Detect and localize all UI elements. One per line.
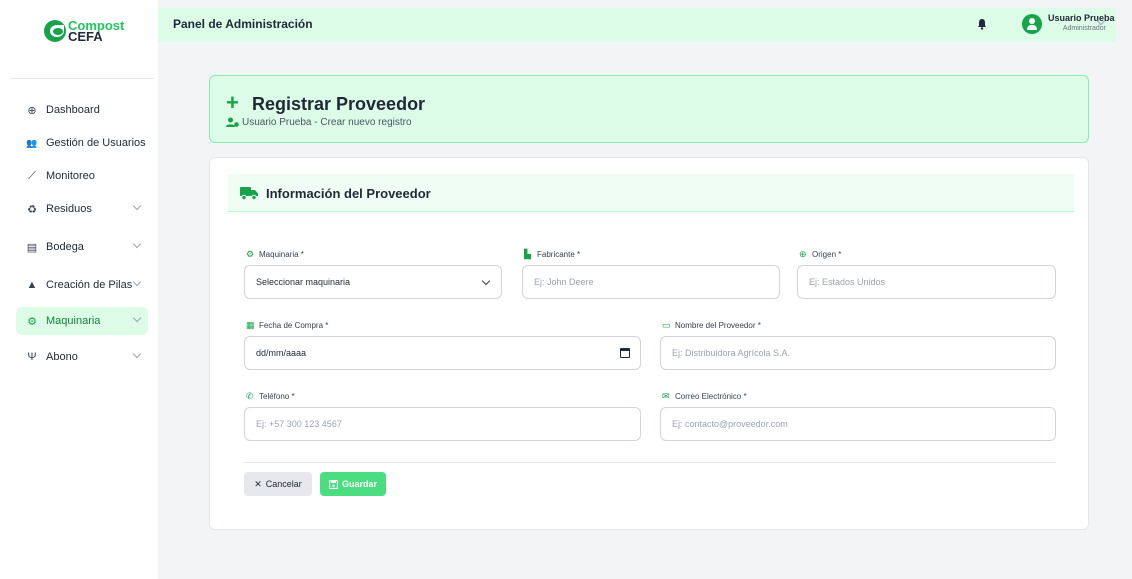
id-card-icon: ▭ (662, 320, 671, 330)
provider-form-card: Información del Proveedor ⚙ Maquinaria *… (209, 157, 1089, 530)
globe-icon: ⊕ (799, 249, 807, 259)
page-banner: + Registrar Proveedor Usuario Prueba - C… (209, 75, 1089, 143)
sidebar-item-abono[interactable]: Ψ Abono (16, 343, 148, 371)
sidebar-item-usuarios[interactable]: 👥 Gestión de Usuarios (16, 129, 148, 157)
floppy-disk-icon (328, 479, 338, 489)
sidebar-item-label: Dashboard (46, 104, 100, 116)
save-button[interactable]: Guardar (320, 472, 386, 496)
sidebar-item-maquinaria[interactable]: ⚙ Maquinaria (16, 307, 148, 335)
sidebar-item-label: Residuos (46, 203, 92, 215)
seedling-icon: Ψ (27, 351, 37, 363)
fabricante-input[interactable]: Ej: John Deere (522, 265, 780, 299)
cogs-icon: ⚙ (246, 249, 255, 259)
user-plus-icon (226, 117, 239, 127)
calendar-icon: ▦ (246, 320, 255, 330)
mountain-icon: ▲ (26, 279, 38, 291)
sidebar-item-monitoreo[interactable]: ⟋ Monitoreo (16, 162, 148, 190)
sidebar-item-label: Abono (46, 351, 78, 363)
fabricante-label: ▙ Fabricante * (524, 249, 581, 260)
correo-input[interactable]: Ej: contacto@proveedor.com (660, 407, 1056, 441)
proveedor-label: ▭ Nombre del Proveedor * (662, 320, 761, 331)
cogs-icon: ⚙ (27, 315, 37, 328)
header-title: Panel de Administración (173, 17, 313, 31)
chevron-down-icon (132, 313, 142, 323)
sidebar-item-label: Maquinaria (46, 315, 101, 327)
plus-icon: + (226, 90, 239, 115)
chevron-down-icon (132, 277, 142, 287)
correo-label: ✉ Correo Electrónico * (662, 391, 747, 402)
card-header: Información del Proveedor (228, 174, 1074, 212)
maquinaria-label: ⚙ Maquinaria * (246, 249, 304, 260)
telefono-input[interactable]: Ej: +57 300 123 4567 (244, 407, 641, 441)
sidebar-nav: ⊕ Dashboard 👥 Gestión de Usuarios ⟋ Moni… (16, 96, 148, 376)
top-header: Panel de Administración Usuario Prueba A… (158, 8, 1116, 42)
industry-icon: ▙ (524, 249, 531, 259)
logo[interactable]: Compost CEFA (44, 19, 124, 44)
chart-line-icon: ⟋ (28, 169, 36, 182)
close-icon: ✕ (254, 478, 262, 489)
bell-icon[interactable] (976, 18, 988, 30)
chevron-down-icon (132, 239, 142, 249)
chevron-down-icon (132, 201, 142, 211)
sidebar: Compost CEFA ⊕ Dashboard 👥 Gestión de Us… (0, 0, 158, 579)
envelope-icon: ✉ (662, 391, 670, 401)
form-divider (244, 462, 1056, 463)
sidebar-item-label: Monitoreo (46, 170, 95, 182)
origen-label: ⊕ Origen * (799, 249, 842, 260)
sidebar-item-label: Gestión de Usuarios (46, 137, 146, 149)
sidebar-item-bodega[interactable]: ▤ Bodega (16, 233, 148, 261)
recycle-icon: ♻ (27, 203, 37, 216)
telefono-label: ✆ Teléfono * (246, 391, 295, 402)
cancel-button[interactable]: ✕ Cancelar (244, 472, 312, 496)
sidebar-divider (10, 78, 154, 79)
origen-input[interactable]: Ej: Estados Unidos (797, 265, 1056, 299)
user-role: Administrador (1062, 25, 1106, 32)
sidebar-item-label: Creación de Pilas (46, 279, 133, 291)
page-title: Registrar Proveedor (252, 94, 426, 114)
users-icon: 👥 (26, 137, 38, 148)
sidebar-item-label: Bodega (46, 241, 84, 253)
brand-line2: CEFA (68, 29, 103, 44)
fecha-compra-input[interactable]: dd/mm/aaaa (244, 336, 641, 370)
chevron-down-icon (132, 349, 142, 359)
card-title: Información del Proveedor (266, 186, 431, 201)
globe-icon: ⊕ (27, 104, 37, 117)
sidebar-item-dashboard[interactable]: ⊕ Dashboard (16, 96, 148, 124)
sidebar-item-pilas[interactable]: ▲ Creación de Pilas (16, 271, 148, 299)
proveedor-input[interactable]: Ej: Distribuidora Agrícola S.A. (660, 336, 1056, 370)
warehouse-icon: ▤ (26, 241, 38, 254)
page-subtitle: Usuario Prueba - Crear nuevo registro (242, 117, 412, 128)
fecha-label: ▦ Fecha de Compra * (246, 320, 329, 331)
calendar-icon[interactable] (620, 348, 630, 358)
maquinaria-select[interactable]: Seleccionar maquinaria (244, 265, 502, 299)
leaf-logo-icon (44, 20, 66, 42)
phone-icon: ✆ (246, 391, 254, 401)
truck-icon (240, 187, 258, 200)
sidebar-item-residuos[interactable]: ♻ Residuos (16, 195, 148, 223)
chevron-down-icon (481, 276, 491, 286)
